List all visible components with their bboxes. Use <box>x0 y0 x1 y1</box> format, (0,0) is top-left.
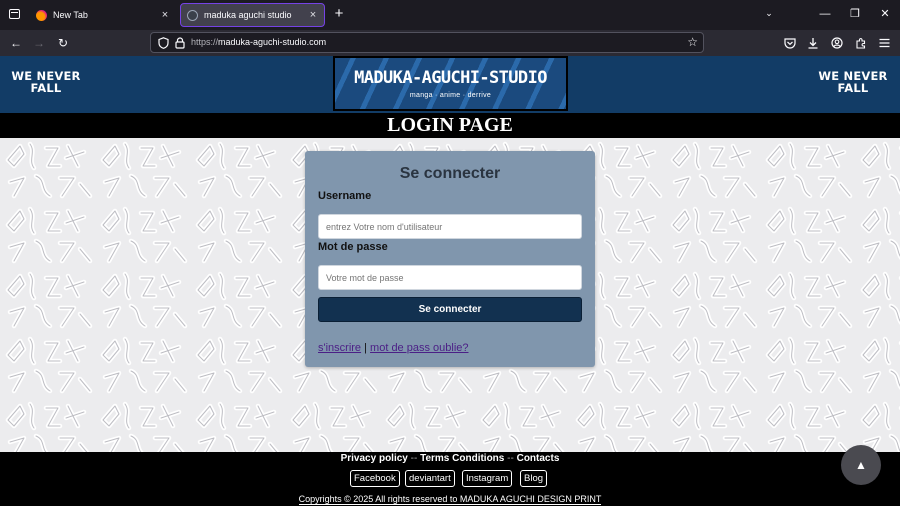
site-logo[interactable]: MADUKA-AGUCHI-STUDIO manga · anime · der… <box>333 56 568 111</box>
deviantart-link[interactable]: deviantart <box>405 470 455 487</box>
contacts-link[interactable]: Contacts <box>517 453 560 464</box>
login-form-card: Se connecter Username Mot de passe Se co… <box>305 151 595 367</box>
tab-title: maduka aguchi studio <box>204 10 292 20</box>
forgot-password-link[interactable]: mot de pass oublie? <box>370 342 468 354</box>
close-window-button[interactable]: ✕ <box>876 5 894 23</box>
menu-icon[interactable] <box>876 35 892 51</box>
footer-separator: -- <box>410 453 418 464</box>
privacy-policy-link[interactable]: Privacy policy <box>341 453 408 464</box>
slogan-right: WE NEVER FALL <box>818 69 888 95</box>
close-tab-icon[interactable]: × <box>306 8 320 22</box>
close-tab-icon[interactable]: × <box>158 8 172 22</box>
web-page: WE NEVER FALL MADUKA-AGUCHI-STUDIO manga… <box>0 56 900 506</box>
tab-new-tab[interactable]: New Tab × <box>30 3 176 27</box>
page-title: LOGIN PAGE <box>0 113 900 138</box>
new-tab-button[interactable]: + <box>332 6 346 21</box>
logo-title: MADUKA-AGUCHI-STUDIO <box>354 68 547 88</box>
forward-button[interactable]: → <box>31 35 47 51</box>
login-submit-button[interactable]: Se connecter <box>318 297 582 322</box>
browser-tab-bar: New Tab × maduka aguchi studio × + ⌄ — ❐… <box>0 0 900 30</box>
pocket-icon[interactable] <box>782 35 798 51</box>
link-separator: | <box>364 342 367 354</box>
tab-maduka-aguchi-studio[interactable]: maduka aguchi studio × <box>180 3 325 27</box>
browser-nav-bar: ← → ↻ https://maduka-aguchi-studio.com ☆ <box>0 30 900 56</box>
instagram-link[interactable]: Instagram <box>462 470 513 487</box>
lock-icon[interactable] <box>175 37 185 49</box>
firefox-icon <box>36 9 47 21</box>
password-label: Mot de passe <box>318 241 388 253</box>
minimize-window-button[interactable]: — <box>816 5 834 23</box>
username-input[interactable] <box>318 214 582 239</box>
slogan-left: WE NEVER FALL <box>11 69 81 95</box>
scroll-to-top-button[interactable]: ▲ <box>841 445 881 485</box>
address-bar[interactable]: https://maduka-aguchi-studio.com ☆ <box>150 32 704 53</box>
site-footer: Privacy policy -- Terms Conditions -- Co… <box>0 452 900 506</box>
url-host: maduka-aguchi-studio.com <box>218 37 327 47</box>
url-scheme: https:// <box>191 37 219 47</box>
username-label: Username <box>318 190 372 202</box>
reload-button[interactable]: ↻ <box>55 35 71 51</box>
copyright-notice: Copyrights © 2025 All rights reserved to… <box>298 494 602 505</box>
account-icon[interactable] <box>829 35 845 51</box>
terms-conditions-link[interactable]: Terms Conditions <box>420 453 504 464</box>
register-link[interactable]: s'inscrire <box>318 342 361 354</box>
star-icon[interactable]: ☆ <box>687 35 698 50</box>
logo-subtitle: manga · anime · derrive <box>409 92 492 99</box>
tab-title: New Tab <box>53 10 88 20</box>
list-all-tabs-icon[interactable]: ⌄ <box>762 8 776 22</box>
footer-links: Privacy policy -- Terms Conditions -- Co… <box>0 453 900 464</box>
site-favicon-icon <box>187 9 198 21</box>
tab-overview-icon[interactable] <box>6 6 22 22</box>
url-text[interactable]: https://maduka-aguchi-studio.com <box>191 33 326 52</box>
footer-separator: -- <box>507 453 514 464</box>
back-button[interactable]: ← <box>8 35 24 51</box>
download-icon[interactable] <box>805 35 821 51</box>
extensions-icon[interactable] <box>853 35 869 51</box>
facebook-link[interactable]: Facebook <box>350 470 400 487</box>
password-input[interactable] <box>318 265 582 290</box>
site-header: WE NEVER FALL MADUKA-AGUCHI-STUDIO manga… <box>0 56 900 113</box>
copyright-text: Copyrights © 2025 All rights reserved to… <box>0 494 900 505</box>
blog-link[interactable]: Blog <box>520 470 548 487</box>
restore-window-button[interactable]: ❐ <box>846 5 864 23</box>
shield-icon[interactable] <box>158 37 169 49</box>
login-heading: Se connecter <box>399 165 501 182</box>
auth-links: s'inscrire | mot de pass oublie? <box>318 342 469 354</box>
